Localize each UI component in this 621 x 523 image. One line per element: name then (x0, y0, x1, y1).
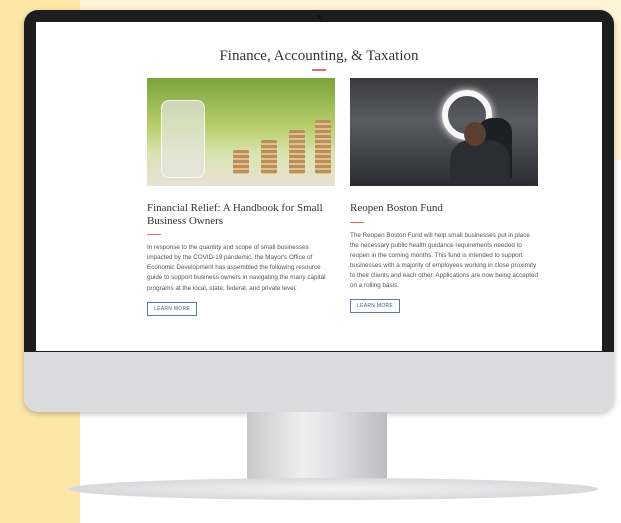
monitor-base (68, 478, 598, 500)
coin-stack-graphic (315, 120, 331, 174)
page-title: Finance, Accounting, & Taxation (219, 48, 419, 64)
resource-card-financial-relief: Financial Relief: A Handbook for Small B… (147, 78, 335, 316)
coin-jar-graphic (161, 100, 205, 178)
coin-stack-graphic (261, 140, 277, 174)
title-divider (312, 69, 326, 71)
card-title[interactable]: Reopen Boston Fund (350, 202, 538, 215)
monitor-stand (247, 412, 387, 484)
card-description: The Reopen Boston Fund will help small b… (350, 231, 538, 289)
learn-more-button[interactable]: LEARN MORE (147, 301, 198, 316)
client-head (464, 122, 486, 146)
monitor-chin (24, 352, 614, 412)
monitor-screen: Finance, Accounting, & Taxation Financia… (36, 22, 602, 351)
card-description: In response to the quantity and scope of… (147, 244, 326, 292)
resource-card-reopen-fund: Reopen Boston Fund The Reopen Boston Fun… (350, 78, 538, 314)
learn-more-button[interactable]: LEARN MORE (350, 299, 401, 314)
card-title[interactable]: Financial Relief: A Handbook for Small B… (147, 202, 335, 227)
camera-icon (317, 15, 321, 19)
card-divider (147, 234, 161, 236)
client-figure (450, 140, 510, 186)
card-image-coins[interactable] (147, 78, 335, 186)
card-divider (350, 221, 364, 223)
desktop-monitor: Finance, Accounting, & Taxation Financia… (24, 10, 614, 412)
card-image-barbershop[interactable] (350, 78, 538, 186)
coin-stack-graphic (289, 130, 305, 174)
monitor-bezel: Finance, Accounting, & Taxation Financia… (24, 10, 614, 352)
coin-stack-graphic (233, 150, 249, 174)
